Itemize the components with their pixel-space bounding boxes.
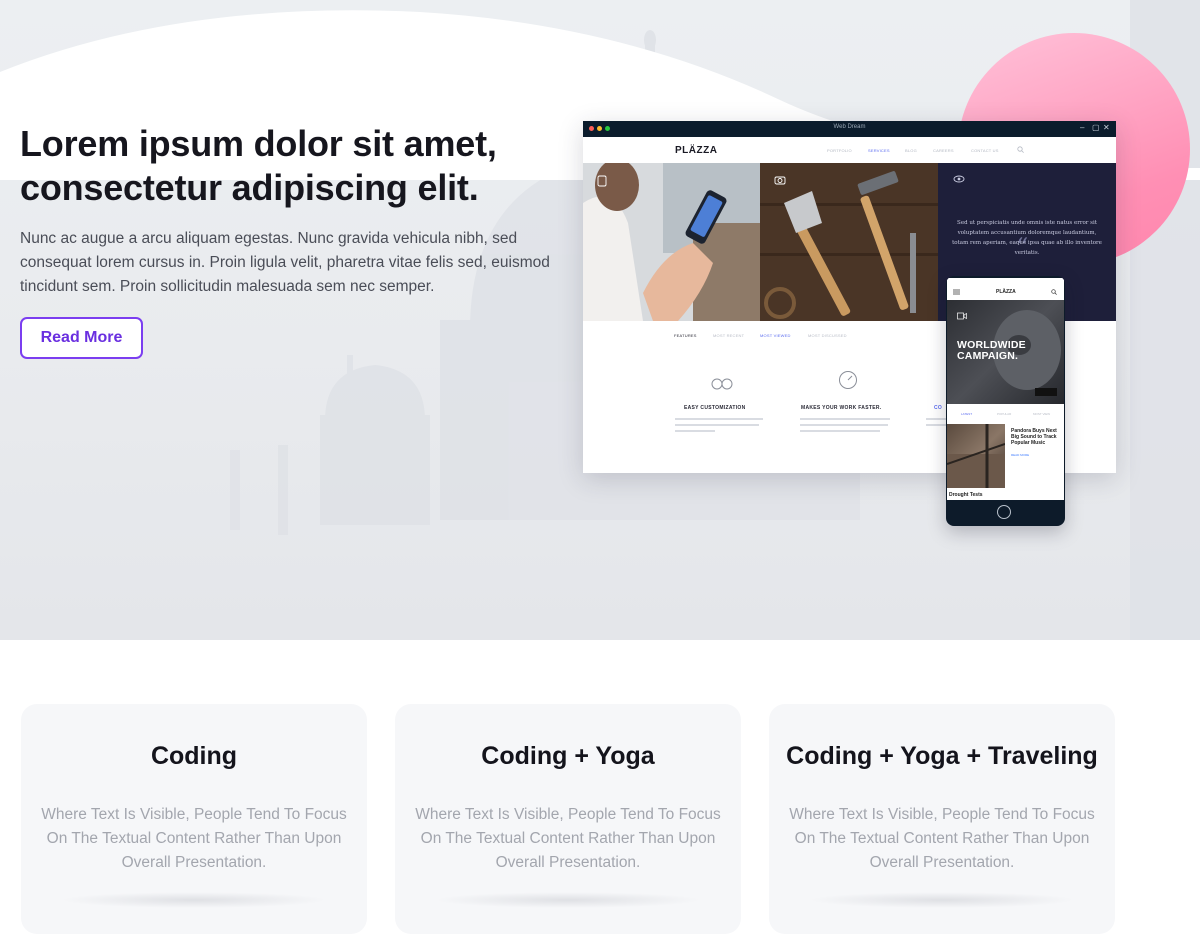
card-title: Coding: [150, 742, 238, 770]
mockup-feature-title: CO: [934, 405, 943, 411]
phone-tab: LATEST: [961, 412, 973, 416]
eye-icon: [953, 175, 965, 183]
hero-title: Lorem ipsum dolor sit amet, consectetur …: [20, 123, 497, 208]
phone-hero-button: [1035, 388, 1057, 396]
phone-logo: PLÄZZA: [996, 289, 1016, 295]
mockup-tab: FEATURES: [674, 333, 697, 338]
placeholder-text-line: [675, 424, 759, 426]
mobile-icon: [597, 175, 607, 187]
mockup-nav-item: PORTFOLIO: [827, 148, 852, 153]
restore-icon: ▢: [1092, 123, 1100, 132]
mockup-feature-title: EASY CUSTOMIZATION: [684, 405, 746, 411]
phone-screen: PLÄZZA WORLDWIDE CAMPAIGN. LATEST POPULA…: [947, 278, 1064, 500]
phone-card2-title: Drought Tests: [949, 492, 983, 498]
phone-tab: MOST VIEW: [1033, 412, 1051, 416]
phone-card-image: [947, 424, 1006, 488]
mockup-photo-hand-phone: [583, 163, 760, 321]
mockup-tab: MOST DISCUSSED: [808, 333, 847, 338]
card-shadow: [61, 892, 327, 908]
mockup-feature-title: MAKES YOUR WORK FASTER.: [801, 405, 882, 411]
card-text: Where Text Is Visible, People Tend To Fo…: [789, 806, 1095, 871]
card-text: Where Text Is Visible, People Tend To Fo…: [41, 806, 347, 871]
mockup-photo-tools: [760, 163, 938, 321]
mockup-titlebar: Web Dream – ▢ ✕: [583, 121, 1116, 137]
mockup-nav-item: SERVICES: [868, 148, 890, 153]
placeholder-text-line: [800, 424, 888, 426]
search-icon: [1017, 146, 1024, 153]
hamburger-menu-icon: [953, 289, 960, 295]
infinity-icon: [711, 378, 733, 390]
phone-tab: POPULAR: [997, 412, 1012, 416]
minimize-icon: –: [1080, 123, 1085, 132]
card-text: Where Text Is Visible, People Tend To Fo…: [415, 806, 721, 871]
phone-home-button-icon: [997, 505, 1011, 519]
mockup-nav-item: CAREERS: [933, 148, 954, 153]
search-icon: [1051, 289, 1057, 295]
camera-icon: [774, 176, 786, 185]
phone-hero-title: WORLDWIDE CAMPAIGN.: [957, 339, 1026, 362]
mockup-navbar: PLÄZZA PORTFOLIO SERVICES BLOG CAREERS C…: [583, 137, 1116, 164]
mockup-nav-item: CONTACT US: [971, 148, 999, 153]
mockup-tab: MOST VIEWED: [760, 333, 791, 338]
phone-card-title: Pandora Buys Next Big Sound to Track Pop…: [1011, 428, 1057, 446]
hero-description: Nunc ac augue a arcu aliquam egestas. Nu…: [20, 230, 550, 295]
mockup-quote-text: Sed ut perspiciatis unde omnis iste natu…: [952, 220, 1102, 256]
placeholder-text-line: [675, 430, 715, 432]
mockup-window-title: Web Dream: [833, 124, 866, 130]
placeholder-text-line: [800, 418, 890, 420]
video-icon: [957, 312, 967, 320]
placeholder-text-line: [926, 418, 946, 420]
read-more-button[interactable]: Read More: [20, 317, 143, 359]
mockup-nav-item: BLOG: [905, 148, 917, 153]
card-shadow: [809, 892, 1075, 908]
mockup-tab: MOST RECENT: [713, 333, 745, 338]
placeholder-text-line: [675, 418, 763, 420]
stopwatch-icon: [839, 371, 857, 389]
card-title: Coding + Yoga: [481, 742, 655, 770]
mockup-logo: PLÄZZA: [675, 145, 718, 156]
phone-navbar: PLÄZZA: [947, 284, 1064, 300]
close-icon: ✕: [1103, 123, 1110, 132]
phone-card-meta: READ MORE: [1011, 453, 1030, 457]
card-title: Coding + Yoga + Traveling: [786, 742, 1098, 770]
placeholder-text-line: [926, 424, 946, 426]
card-shadow: [435, 892, 701, 908]
phone-mockup: PLÄZZA WORLDWIDE CAMPAIGN. LATEST POPULA…: [946, 276, 1065, 526]
placeholder-text-line: [800, 430, 880, 432]
phone-hero-image: WORLDWIDE CAMPAIGN.: [947, 300, 1064, 404]
